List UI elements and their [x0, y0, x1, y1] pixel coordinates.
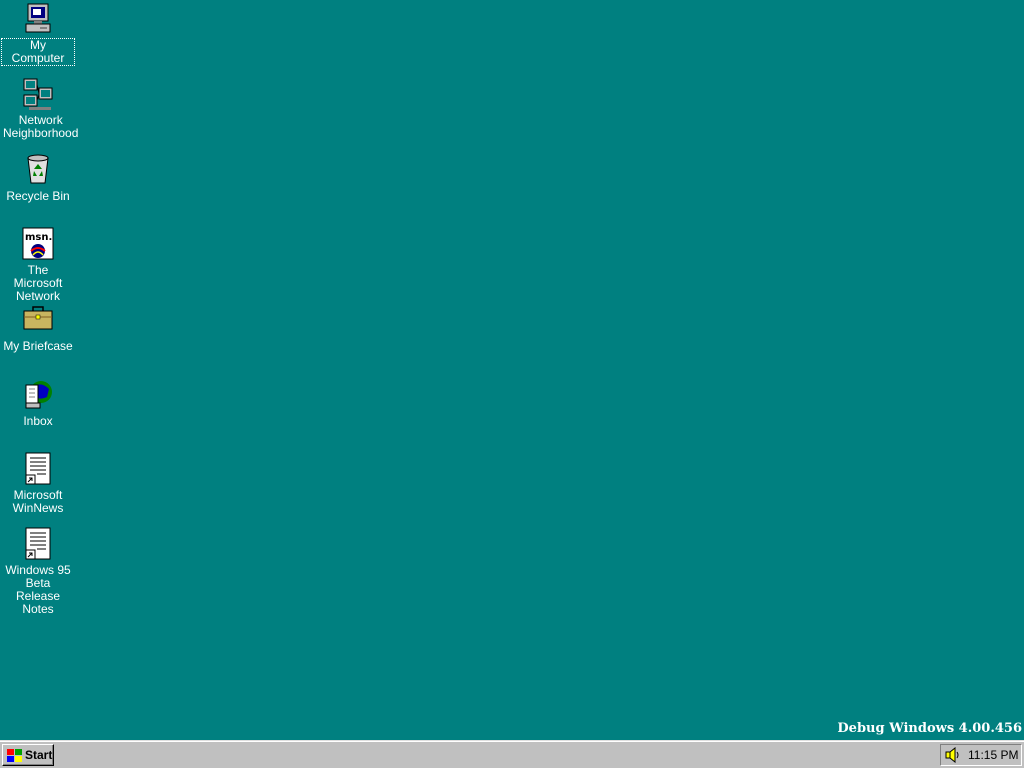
document-shortcut-icon: [25, 452, 51, 485]
desktop-icon-recycle-bin[interactable]: Recycle Bin: [2, 152, 74, 203]
recycle-bin-icon: [27, 154, 49, 184]
network-neighborhood-icon: [23, 78, 53, 110]
desktop-icon-microsoft-network[interactable]: msn. The Microsoft Network: [2, 227, 74, 303]
start-button[interactable]: Start: [2, 744, 54, 766]
speaker-icon[interactable]: [944, 747, 962, 763]
msn-icon: msn.: [22, 227, 54, 260]
desktop-icon-label: My Computer: [1, 38, 75, 66]
desktop[interactable]: My Computer Network Neighborhood Recycle…: [0, 0, 1024, 740]
desktop-icon-label: Windows 95 Beta Release Notes: [5, 563, 71, 616]
document-shortcut-icon: [25, 527, 51, 560]
desktop-icon-inbox[interactable]: Inbox: [2, 377, 74, 428]
desktop-icon-label: Inbox: [23, 414, 53, 428]
system-tray: 11:15 PM: [940, 744, 1022, 766]
start-label: Start: [25, 748, 53, 762]
clock[interactable]: 11:15 PM: [968, 748, 1018, 762]
briefcase-icon: [23, 306, 53, 330]
desktop-icon-label: Recycle Bin: [6, 189, 70, 203]
desktop-icon-beta-release-notes[interactable]: Windows 95 Beta Release Notes: [2, 527, 74, 616]
inbox-icon: [25, 381, 52, 409]
debug-version-watermark: Debug Windows 4.00.456: [837, 721, 1022, 736]
desktop-icon-label: My Briefcase: [3, 339, 73, 353]
desktop-icon-network-neighborhood[interactable]: Network Neighborhood: [2, 77, 78, 140]
desktop-icon-my-briefcase[interactable]: My Briefcase: [2, 302, 74, 353]
windows-logo-icon: [7, 748, 22, 762]
taskbar: Start 11:15 PM: [0, 740, 1024, 768]
desktop-icon-my-computer[interactable]: My Computer: [1, 2, 75, 66]
svg-text:msn.: msn.: [25, 232, 52, 243]
desktop-icon-microsoft-winnews[interactable]: Microsoft WinNews: [2, 452, 74, 515]
my-computer-icon: [25, 3, 51, 33]
desktop-icon-label: Network Neighborhood: [3, 113, 79, 140]
desktop-icon-label: Microsoft WinNews: [12, 488, 64, 515]
desktop-icon-label: The Microsoft Network: [13, 263, 63, 303]
